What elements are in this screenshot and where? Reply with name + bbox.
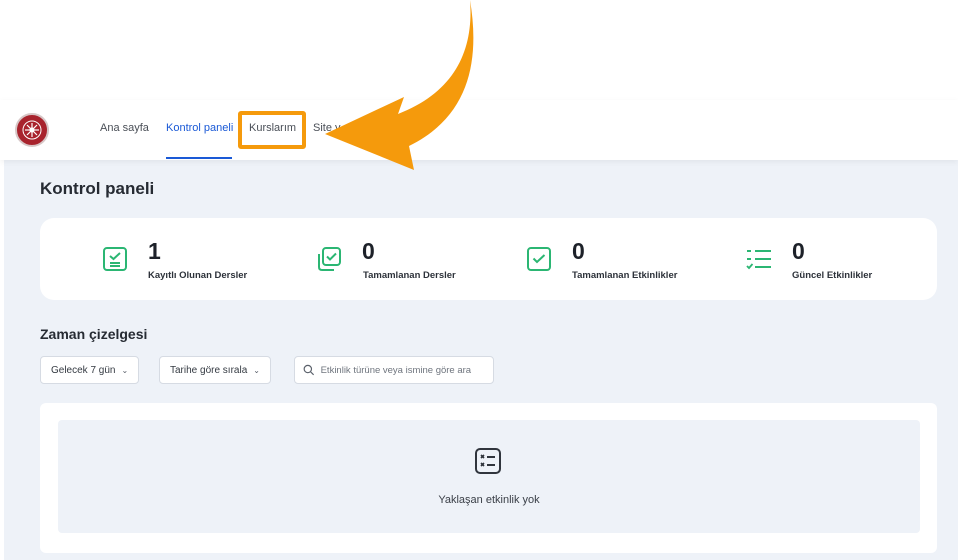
empty-state-text: Yaklaşan etkinlik yok (438, 494, 540, 506)
stat-value: 0 (362, 238, 375, 264)
stat-value: 0 (572, 238, 585, 264)
page-title: Kontrol paneli (40, 179, 155, 198)
chevron-down-icon: ⌄ (121, 365, 129, 375)
nav-home[interactable]: Ana sayfa (100, 122, 149, 134)
activity-search[interactable] (294, 356, 494, 384)
empty-state: Yaklaşan etkinlik yok (58, 420, 920, 533)
sort-dropdown[interactable]: Tarihe göre sırala ⌄ (159, 356, 271, 384)
stat-label: Güncel Etkinlikler (792, 270, 873, 281)
emblem-icon (22, 120, 42, 140)
completed-courses-icon (318, 247, 341, 271)
search-icon (303, 364, 315, 376)
chevron-down-icon: ⌄ (253, 365, 260, 375)
stat-label: Kayıtlı Olunan Dersler (148, 270, 248, 281)
nav-site-admin[interactable]: Site y (313, 122, 341, 134)
nav-dashboard[interactable]: Kontrol paneli (166, 122, 233, 134)
timeline-card: Yaklaşan etkinlik yok (40, 403, 937, 553)
search-input[interactable] (320, 364, 483, 376)
stat-label: Tamamlanan Etkinlikler (572, 270, 678, 281)
enrolled-courses-icon (103, 247, 127, 271)
nav-my-courses[interactable]: Kurslarım (249, 122, 296, 134)
current-activities-icon (746, 250, 771, 270)
university-logo[interactable] (15, 113, 49, 147)
stats-card: 1 Kayıtlı Olunan Dersler 0 Tamamlanan De… (40, 218, 937, 300)
stat-value: 0 (792, 238, 805, 264)
range-dropdown-label: Gelecek 7 gün (51, 364, 116, 376)
range-dropdown[interactable]: Gelecek 7 gün ⌄ (40, 356, 140, 384)
active-tab-underline (166, 157, 232, 159)
completed-activities-icon (527, 247, 551, 271)
stat-label: Tamamlanan Dersler (363, 270, 456, 281)
timeline-title: Zaman çizelgesi (40, 326, 148, 342)
stat-value: 1 (148, 238, 161, 264)
top-navbar: Ana sayfa Kontrol paneli Kurslarım Site … (0, 100, 958, 160)
empty-activity-icon (475, 448, 501, 474)
sort-dropdown-label: Tarihe göre sırala (170, 364, 248, 376)
